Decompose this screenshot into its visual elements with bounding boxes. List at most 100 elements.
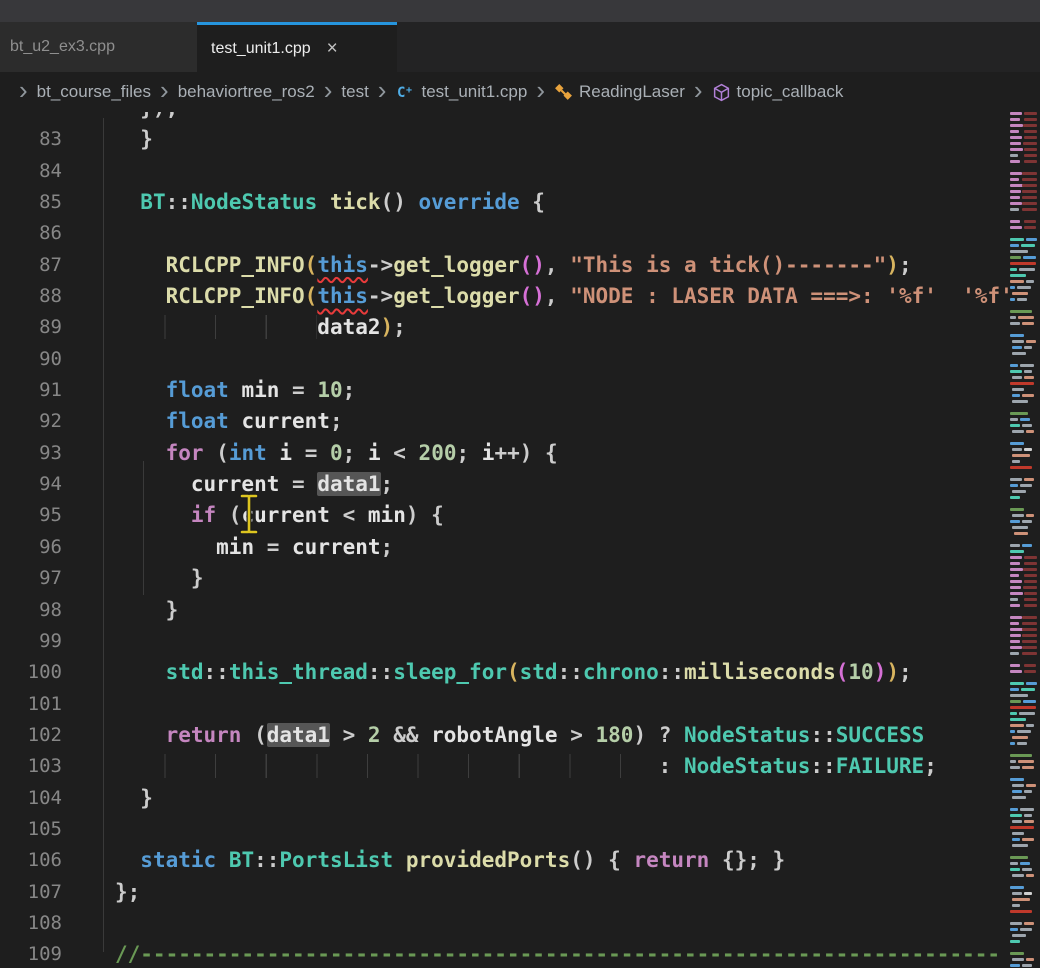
- gutter-padding: [62, 375, 115, 406]
- code-line[interactable]: 93 for (int i = 0; i < 200; i++) {: [0, 438, 1008, 469]
- svg-text:+: +: [406, 85, 412, 96]
- minimap-line: [1010, 766, 1020, 769]
- minimap-line: [1012, 874, 1024, 877]
- code-line[interactable]: 83 }: [0, 124, 1008, 155]
- breadcrumb-item-bt-course-files[interactable]: bt_course_files: [37, 82, 151, 102]
- minimap-line: [1010, 244, 1019, 247]
- minimap-line: [1010, 268, 1017, 271]
- gutter-padding: [62, 814, 115, 845]
- minimap-line: [1010, 598, 1018, 601]
- minimap-line: [1010, 370, 1022, 373]
- minimap-line: [1023, 124, 1037, 127]
- minimap-line: [1022, 394, 1034, 397]
- minimap-line: [1010, 580, 1022, 583]
- code-line[interactable]: 96 min = current;: [0, 532, 1008, 563]
- minimap[interactable]: [1008, 112, 1040, 968]
- code-line[interactable]: 95 if (current < min) {: [0, 500, 1008, 531]
- code-line[interactable]: 92 float current;: [0, 406, 1008, 437]
- code-line[interactable]: 98 }: [0, 595, 1008, 626]
- line-number: 105: [0, 814, 62, 845]
- gutter-padding: [62, 720, 115, 751]
- tab-bt-u2-ex3[interactable]: bt_u2_ex3.cpp: [0, 22, 197, 72]
- code-line[interactable]: 89 data2);: [0, 312, 1008, 343]
- minimap-line: [1022, 190, 1037, 193]
- minimap-line: [1010, 280, 1024, 283]
- gutter-padding: [62, 112, 115, 124]
- tab-test-unit1[interactable]: test_unit1.cpp ×: [197, 22, 397, 72]
- cpp-file-icon: C+: [395, 82, 415, 102]
- code-line[interactable]: 100 std::this_thread::sleep_for(std::chr…: [0, 657, 1008, 688]
- code-text: data2);: [115, 312, 406, 343]
- minimap-line: [1024, 922, 1034, 925]
- minimap-line: [1012, 400, 1028, 403]
- minimap-line: [1022, 652, 1037, 655]
- gutter-padding: [62, 563, 115, 594]
- breadcrumb-item-test[interactable]: test: [341, 82, 368, 102]
- code-line[interactable]: 103 : NodeStatus::FAILURE;: [0, 751, 1008, 782]
- minimap-line: [1012, 430, 1024, 433]
- gutter-padding: [62, 124, 115, 155]
- minimap-line: [1010, 862, 1018, 865]
- minimap-line: [1010, 310, 1032, 313]
- code-line[interactable]: 99: [0, 626, 1008, 657]
- minimap-line: [1019, 268, 1035, 271]
- minimap-line: [1022, 424, 1032, 427]
- code-line[interactable]: 91 float min = 10;: [0, 375, 1008, 406]
- breadcrumb-item-test-unit1-cpp[interactable]: C+test_unit1.cpp: [395, 82, 527, 102]
- minimap-line: [1020, 808, 1034, 811]
- code-text: }: [115, 124, 153, 155]
- code-text: return (data1 > 2 && robotAngle > 180) ?…: [115, 720, 924, 751]
- code-line[interactable]: 109//-----------------------------------…: [0, 939, 1008, 968]
- breadcrumb-item-readinglaser[interactable]: ReadingLaser: [554, 82, 685, 102]
- minimap-line: [1024, 226, 1036, 229]
- minimap-line: [1010, 616, 1022, 619]
- code-line[interactable]: 97 }: [0, 563, 1008, 594]
- code-line[interactable]: 88 RCLCPP_INFO(this->get_logger(), "NODE…: [0, 281, 1008, 312]
- line-number: [0, 112, 62, 124]
- minimap-line: [1010, 724, 1024, 727]
- minimap-line: [1026, 682, 1037, 685]
- code-text: static BT::PortsList providedPorts() { r…: [115, 845, 785, 876]
- gutter-padding: [62, 344, 115, 375]
- title-bar: [0, 0, 1040, 22]
- code-line[interactable]: 87 RCLCPP_INFO(this->get_logger(), "This…: [0, 250, 1008, 281]
- minimap-line: [1010, 928, 1018, 931]
- minimap-line: [1012, 376, 1022, 379]
- minimap-line: [1010, 316, 1016, 319]
- code-line[interactable]: });: [0, 112, 1008, 124]
- code-line[interactable]: 107};: [0, 877, 1008, 908]
- code-line[interactable]: 108: [0, 908, 1008, 939]
- code-line[interactable]: 84: [0, 156, 1008, 187]
- code-line[interactable]: 101: [0, 689, 1008, 720]
- breadcrumb-item-topic-callback[interactable]: topic_callback: [712, 82, 844, 102]
- code-line[interactable]: 86: [0, 218, 1008, 249]
- minimap-line: [1019, 712, 1035, 715]
- minimap-line: [1010, 622, 1019, 625]
- minimap-line: [1022, 544, 1032, 547]
- code-text: }: [115, 595, 178, 626]
- code-line[interactable]: 90: [0, 344, 1008, 375]
- minimap-line: [1024, 148, 1037, 151]
- gutter-padding: [62, 877, 115, 908]
- minimap-line: [1010, 910, 1032, 913]
- code-line[interactable]: 105: [0, 814, 1008, 845]
- close-icon[interactable]: ×: [327, 39, 338, 58]
- minimap-line: [1014, 532, 1028, 535]
- code-line[interactable]: 106 static BT::PortsList providedPorts()…: [0, 845, 1008, 876]
- breadcrumb-item-behaviortree-ros2[interactable]: behaviortree_ros2: [178, 82, 315, 102]
- minimap-line: [1024, 112, 1037, 115]
- code-line[interactable]: 85 BT::NodeStatus tick() override {: [0, 187, 1008, 218]
- minimap-line: [1026, 514, 1034, 517]
- minimap-line: [1024, 448, 1032, 451]
- code-line[interactable]: 104 }: [0, 783, 1008, 814]
- code-line[interactable]: 94 current = data1;: [0, 469, 1008, 500]
- minimap-line: [1012, 736, 1028, 739]
- code-line[interactable]: 102 return (data1 > 2 && robotAngle > 18…: [0, 720, 1008, 751]
- minimap-line: [1022, 640, 1037, 643]
- code-editor[interactable]: });83 }8485 BT::NodeStatus tick() overri…: [0, 112, 1008, 968]
- minimap-line: [1010, 940, 1020, 943]
- minimap-line: [1012, 784, 1024, 787]
- minimap-line: [1024, 592, 1037, 595]
- minimap-line: [1010, 688, 1019, 691]
- minimap-line: [1017, 286, 1031, 289]
